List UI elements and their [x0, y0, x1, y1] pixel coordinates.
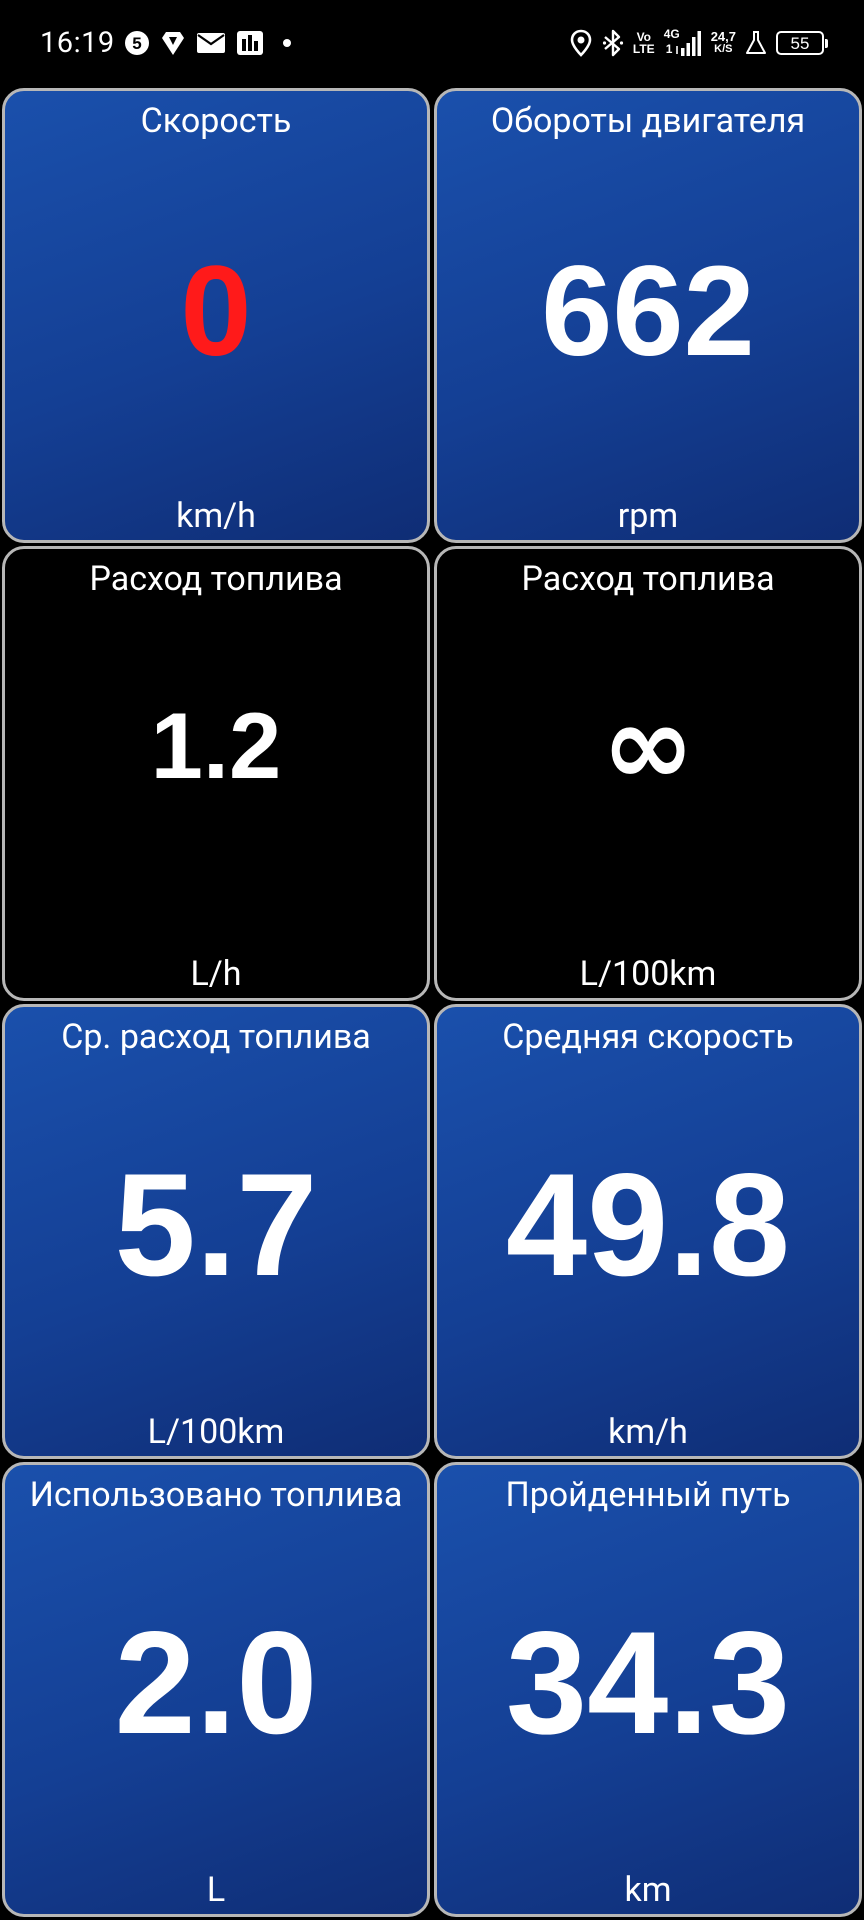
navigation-tag-icon: [160, 29, 186, 57]
gauge-tile-avg-speed[interactable]: Средняя скорость 49.8 km/h: [434, 1004, 862, 1459]
battery-icon: 55: [776, 31, 828, 55]
gauge-tile-fuel-rate-lph[interactable]: Расход топлива 1.2 L/h: [2, 546, 430, 1001]
gauge-unit: L: [206, 1870, 226, 1910]
gauge-tile-fuel-used[interactable]: Использовано топлива 2.0 L: [2, 1462, 430, 1917]
gauge-title: Использовано топлива: [29, 1475, 403, 1515]
notification-icons: 5: [124, 27, 292, 59]
gauge-tile-distance-traveled[interactable]: Пройденный путь 34.3 km: [434, 1462, 862, 1917]
svg-text:5: 5: [132, 34, 141, 53]
gauge-value: 662: [541, 240, 755, 383]
gauge-value: 1.2: [150, 693, 282, 798]
gauge-unit: km/h: [176, 496, 256, 536]
gauge-title: Пройденный путь: [505, 1475, 791, 1515]
dot-icon: [282, 38, 292, 48]
gauge-tile-avg-fuel-consumption[interactable]: Ср. расход топлива 5.7 L/100km: [2, 1004, 430, 1459]
gauge-value: 49.8: [505, 1143, 791, 1306]
gauge-unit: km/h: [608, 1412, 688, 1452]
location-icon: [569, 29, 593, 57]
news-icon: [236, 30, 264, 56]
gauge-title: Скорость: [140, 101, 292, 141]
gauge-unit: km: [624, 1870, 672, 1910]
gauge-unit: L/h: [190, 954, 242, 994]
gauge-title: Обороты двигателя: [490, 101, 806, 141]
gauge-grid: Скорость 0 km/h Обороты двигателя 662 rp…: [2, 88, 862, 1918]
system-icons: Vo LTE 4G 1 24,7 K/S 55: [569, 25, 828, 61]
five-circle-icon: 5: [124, 30, 150, 56]
gauge-tile-fuel-rate-l100km[interactable]: Расход топлива ∞ L/100km: [434, 546, 862, 1001]
status-time: 16:19: [40, 26, 115, 60]
gauge-value: 0: [180, 240, 252, 383]
gauge-unit: L/100km: [147, 1412, 285, 1452]
gauge-value: 2.0: [114, 1601, 318, 1764]
gauge-title: Расход топлива: [89, 559, 343, 599]
gauge-tile-engine-rpm[interactable]: Обороты двигателя 662 rpm: [434, 88, 862, 543]
gauge-value: ∞: [601, 681, 695, 811]
gauge-unit: rpm: [617, 496, 679, 536]
network-speed-indicator: 24,7 K/S: [710, 29, 736, 55]
gauge-title: Ср. расход топлива: [61, 1017, 371, 1057]
gauge-tile-speed[interactable]: Скорость 0 km/h: [2, 88, 430, 543]
volte-icon: Vo LTE: [632, 30, 655, 56]
gauge-title: Расход топлива: [521, 559, 775, 599]
gauge-value: 34.3: [505, 1601, 791, 1764]
bluetooth-icon: [602, 29, 624, 57]
flask-icon: [745, 30, 767, 56]
status-bar: 16:19 5 Vo LTE 4G 1 24,7 K/S 55: [0, 0, 864, 86]
gauge-unit: L/100km: [579, 954, 717, 994]
gauge-value: 5.7: [114, 1143, 318, 1306]
gauge-title: Средняя скорость: [502, 1017, 794, 1057]
signal-icon: 4G 1: [664, 28, 702, 58]
mail-icon: [196, 32, 226, 54]
